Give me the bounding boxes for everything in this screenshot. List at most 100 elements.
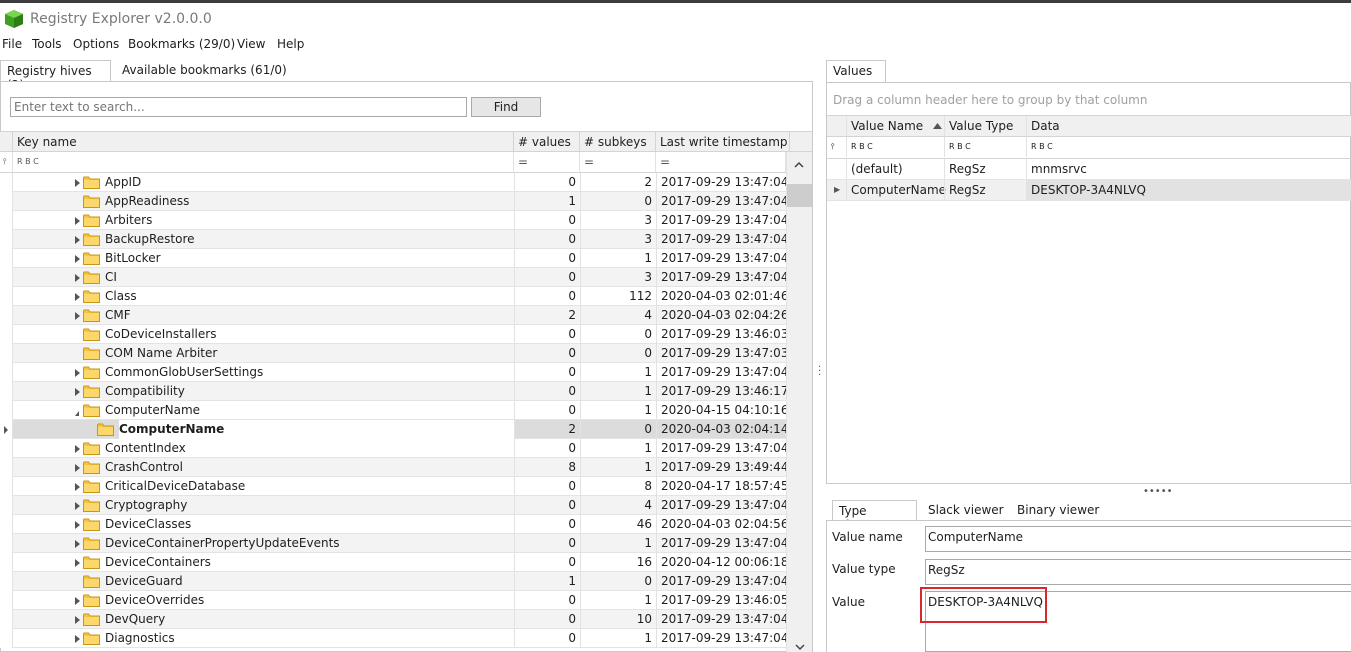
table-row[interactable]: DeviceClasses 0 46 2020-04-03 02:04:56 <box>0 515 786 534</box>
expand-arrow-icon[interactable] <box>75 521 80 529</box>
table-row[interactable]: AppID 0 2 2017-09-29 13:47:04 <box>0 173 786 192</box>
expand-arrow-icon[interactable] <box>75 255 80 263</box>
column-value-name[interactable]: Value Name <box>846 116 944 136</box>
scroll-up-icon[interactable] <box>792 158 806 172</box>
values-filter-pin-icon[interactable]: ⫯ <box>827 137 846 157</box>
filter-value-name[interactable]: R B C <box>846 137 944 157</box>
filter-data[interactable]: R B C <box>1026 137 1351 157</box>
key-name-cell: COM Name Arbiter <box>105 346 218 360</box>
expand-arrow-icon[interactable] <box>75 388 80 396</box>
menu-file[interactable]: File <box>2 37 22 51</box>
tab-type-viewer[interactable]: Type viewer <box>832 500 917 532</box>
search-input[interactable] <box>10 97 467 117</box>
menu-tools[interactable]: Tools <box>32 37 62 51</box>
expand-arrow-icon[interactable] <box>75 559 80 567</box>
menu-options[interactable]: Options <box>73 37 119 51</box>
table-row[interactable]: DeviceContainerPropertyUpdateEvents 0 1 201… <box>0 534 786 553</box>
column-value-type[interactable]: Value Type <box>944 116 1026 136</box>
tab-binary-viewer[interactable]: Binary viewer <box>1011 500 1105 522</box>
expand-arrow-icon[interactable] <box>75 369 80 377</box>
filter-ts-equals-icon[interactable]: = <box>656 152 786 172</box>
expand-arrow-icon[interactable] <box>75 293 80 301</box>
menu-view[interactable]: View <box>237 37 265 51</box>
value-row[interactable]: ▶ ComputerName RegSz DESKTOP-3A4NLVQ <box>827 180 1351 201</box>
scroll-down-icon[interactable] <box>794 641 806 652</box>
expand-arrow-icon[interactable] <box>75 616 80 624</box>
table-row[interactable]: BitLocker 0 1 2017-09-29 13:47:04 <box>0 249 786 268</box>
expand-arrow-icon[interactable] <box>75 635 80 643</box>
column-data[interactable]: Data <box>1026 116 1351 136</box>
key-grid-scrollbar[interactable] <box>786 152 812 652</box>
expand-arrow-icon[interactable] <box>75 312 80 320</box>
filter-key-name[interactable]: R B C <box>13 152 514 172</box>
expand-arrow-icon[interactable] <box>75 483 80 491</box>
resize-grip-icon[interactable]: ••••• <box>1143 486 1173 497</box>
tab-values[interactable]: Values <box>826 60 886 82</box>
table-row[interactable]: Cryptography 0 4 2017-09-29 13:47:04 <box>0 496 786 515</box>
table-row[interactable]: Class 0 112 2020-04-03 02:01:46 <box>0 287 786 306</box>
filter-pin-icon[interactable]: ⫯ <box>0 152 13 172</box>
expand-arrow-icon[interactable] <box>75 502 80 510</box>
table-row[interactable]: AppReadiness 1 0 2017-09-29 13:47:04 <box>0 192 786 211</box>
table-row[interactable]: CriticalDeviceDatabase 0 8 2020-04-17 18:57… <box>0 477 786 496</box>
expand-arrow-icon[interactable] <box>75 217 80 225</box>
menu-help[interactable]: Help <box>277 37 304 51</box>
menu-bookmarks[interactable]: Bookmarks (29/0) <box>128 37 235 51</box>
column-last-write[interactable]: Last write timestamp <box>656 132 790 152</box>
expand-arrow-icon[interactable] <box>75 445 80 453</box>
expand-arrow-icon[interactable] <box>75 179 80 187</box>
column-key-name[interactable]: Key name <box>13 132 514 152</box>
find-button[interactable]: Find <box>471 97 541 117</box>
values-count-cell: 2 <box>514 420 580 439</box>
table-row[interactable]: DeviceOverrides 0 1 2017-09-29 13:46:05 <box>0 591 786 610</box>
table-row[interactable]: Compatibility 0 1 2017-09-29 13:46:17 <box>0 382 786 401</box>
expand-arrow-icon[interactable] <box>75 540 80 548</box>
table-row[interactable]: Diagnostics 0 1 2017-09-29 13:47:04 <box>0 629 786 648</box>
filter-subkeys-equals-icon[interactable]: = <box>580 152 656 172</box>
folder-icon <box>83 195 100 208</box>
table-row[interactable]: CoDeviceInstallers 0 0 2017-09-29 13:46:03 <box>0 325 786 344</box>
scroll-thumb[interactable] <box>787 184 812 207</box>
folder-icon <box>83 480 100 493</box>
table-row[interactable]: Arbiters 0 3 2017-09-29 13:47:04 <box>0 211 786 230</box>
table-row[interactable]: CrashControl 8 1 2017-09-29 13:49:44 <box>0 458 786 477</box>
column-subkeys[interactable]: # subkeys <box>580 132 656 152</box>
expand-arrow-icon[interactable] <box>75 274 80 282</box>
table-row[interactable]: DeviceContainers 0 16 2020-04-12 00:06:18 <box>0 553 786 572</box>
tab-registry-hives[interactable]: Registry hives (2) <box>0 60 111 92</box>
tab-slack-viewer[interactable]: Slack viewer <box>922 500 1010 522</box>
key-name-cell: BackupRestore <box>105 232 195 246</box>
row-indicator <box>0 439 13 458</box>
table-row[interactable]: CommonGlobUserSettings 0 1 2017-09-29 13:47… <box>0 363 786 382</box>
table-row[interactable]: ContentIndex 0 1 2017-09-29 13:47:04 <box>0 439 786 458</box>
table-row[interactable]: COM Name Arbiter 0 0 2017-09-29 13:47:03 <box>0 344 786 363</box>
row-indicator <box>0 192 13 211</box>
expand-arrow-icon[interactable] <box>75 597 80 605</box>
timestamp-cell: 2017-09-29 13:46:03 <box>656 325 786 344</box>
row-indicator <box>0 534 13 553</box>
table-row[interactable]: BackupRestore 0 3 2017-09-29 13:47:04 <box>0 230 786 249</box>
folder-icon <box>83 632 100 645</box>
filter-values-equals-icon[interactable]: = <box>514 152 580 172</box>
folder-icon <box>83 556 100 569</box>
value-name-field[interactable]: ComputerName <box>925 526 1351 552</box>
table-row[interactable]: DeviceGuard 1 0 2017-09-29 13:47:04 <box>0 572 786 591</box>
timestamp-cell: 2017-09-29 13:47:04 <box>656 572 786 591</box>
table-row[interactable]: ComputerName 0 1 2020-04-15 04:10:16 <box>0 401 786 420</box>
splitter-grip-icon[interactable]: · · · <box>818 363 821 381</box>
table-row[interactable]: CMF 2 4 2020-04-03 02:04:26 <box>0 306 786 325</box>
table-row[interactable]: ComputerName 2 0 2020-04-03 02:04:14 <box>0 420 786 439</box>
expand-arrow-icon[interactable] <box>75 236 80 244</box>
collapse-arrow-icon[interactable] <box>75 406 79 416</box>
key-name-cell: ContentIndex <box>105 441 186 455</box>
row-indicator <box>0 249 13 268</box>
value-row[interactable]: (default) RegSz mnmsrvc <box>827 159 1351 180</box>
expand-arrow-icon[interactable] <box>75 464 80 472</box>
value-type-field[interactable]: RegSz <box>925 559 1351 585</box>
filter-value-type[interactable]: R B C <box>944 137 1026 157</box>
table-row[interactable]: CI 0 3 2017-09-29 13:47:04 <box>0 268 786 287</box>
key-name-cell: DeviceContainers <box>105 555 211 569</box>
column-values[interactable]: # values <box>514 132 580 152</box>
tab-available-bookmarks[interactable]: Available bookmarks (61/0) <box>116 60 293 82</box>
table-row[interactable]: DevQuery 0 10 2017-09-29 13:47:04 <box>0 610 786 629</box>
